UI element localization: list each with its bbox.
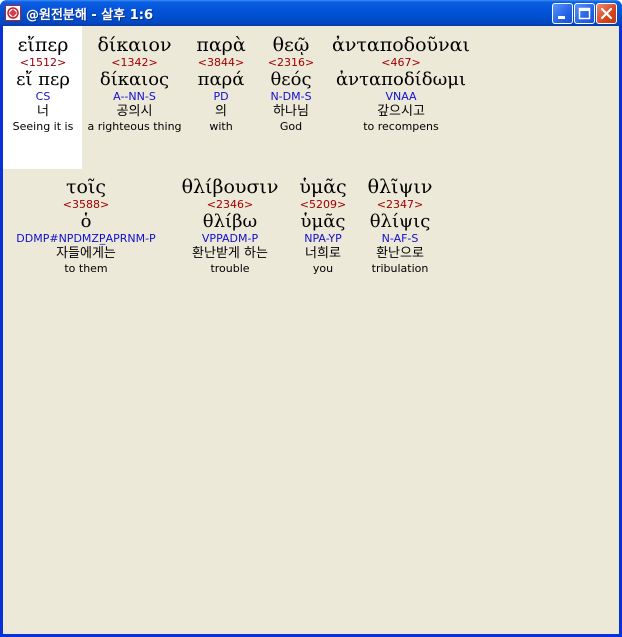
app-window: @원전분해 - 살후 1:6 εἴπερ <1512> εἴ περ CS 너 xyxy=(0,0,622,637)
greek-word: ἀνταποδοῦναι xyxy=(332,34,470,56)
strong-number: <3588> xyxy=(62,198,110,211)
word-column[interactable]: ὑμᾶς <5209> ὑμᾶς NPA-YP 너희로 you xyxy=(289,176,357,276)
english-gloss: to recompens xyxy=(363,120,439,133)
minimize-icon xyxy=(558,16,565,19)
strong-number: <3844> xyxy=(197,56,245,69)
korean-gloss: 너희로 xyxy=(305,246,341,261)
greek-word: θεῷ xyxy=(272,34,310,56)
verse-analysis-panel: εἴπερ <1512> εἴ περ CS 너 Seeing it is δί… xyxy=(3,26,619,634)
strong-number: <1342> xyxy=(111,56,158,69)
parsing-code: NPA-YP xyxy=(304,232,342,245)
word-column[interactable]: θεῷ <2316> θεός N-DM-S 하나님 God xyxy=(256,34,326,134)
window-title: @원전분해 - 살후 1:6 xyxy=(26,8,154,23)
title-bar[interactable]: @원전분해 - 살후 1:6 xyxy=(0,0,622,26)
word-column[interactable]: παρὰ <3844> παρά PD 의 with xyxy=(186,34,256,134)
greek-word: θλῖψιν xyxy=(367,176,433,198)
greek-word: θλίβουσιν xyxy=(181,176,279,198)
parsing-code: N-DM-S xyxy=(270,90,312,103)
parsing-code: A--NN-S xyxy=(113,90,156,103)
english-gloss: to them xyxy=(64,262,108,275)
parsing-code: PD xyxy=(213,90,229,103)
strong-number: <2346> xyxy=(206,198,254,211)
app-icon[interactable] xyxy=(5,5,21,21)
greek-word: δίκαιον xyxy=(97,34,172,56)
lemma: δίκαιος xyxy=(99,69,170,90)
korean-gloss: 환난받게 하는 xyxy=(192,246,268,261)
lemma: θεός xyxy=(270,69,312,90)
lemma: ὑμᾶς xyxy=(300,211,346,232)
parsing-code: VPPADM-P xyxy=(201,232,259,245)
english-gloss: trouble xyxy=(210,262,250,275)
english-gloss: you xyxy=(312,262,334,275)
parsing-code: CS xyxy=(35,90,51,103)
word-column[interactable]: εἴπερ <1512> εἴ περ CS 너 Seeing it is xyxy=(3,34,83,134)
korean-gloss: 자들에게는 xyxy=(56,246,116,261)
english-gloss: a righteous thing xyxy=(87,120,182,133)
english-gloss: Seeing it is xyxy=(12,120,74,133)
lemma: ἀνταποδίδωμι xyxy=(335,69,467,90)
word-column[interactable]: ἀνταποδοῦναι <467> ἀνταποδίδωμι VNAA 갚으시… xyxy=(326,34,476,134)
english-gloss: tribulation xyxy=(371,262,429,275)
close-button[interactable] xyxy=(596,3,617,24)
english-gloss: with xyxy=(209,120,233,133)
lemma: εἴ περ xyxy=(16,69,70,90)
greek-word: παρὰ xyxy=(196,34,246,56)
strong-number: <1512> xyxy=(19,56,67,69)
maximize-icon xyxy=(578,7,591,20)
strong-number: <5209> xyxy=(299,198,347,211)
close-icon xyxy=(600,7,613,20)
greek-word: ὑμᾶς xyxy=(299,176,347,198)
parsing-code: N-AF-S xyxy=(381,232,419,245)
english-gloss: God xyxy=(279,120,303,133)
strong-number: <2316> xyxy=(267,56,315,69)
strong-number: <2347> xyxy=(376,198,424,211)
korean-gloss: 의 xyxy=(215,104,227,119)
lemma: θλίβω xyxy=(202,211,258,232)
korean-gloss: 공의시 xyxy=(116,104,153,119)
korean-gloss: 갚으시고 xyxy=(377,104,425,119)
maximize-button[interactable] xyxy=(574,3,595,24)
lemma: θλίψις xyxy=(369,211,431,232)
minimize-button[interactable] xyxy=(552,3,573,24)
greek-word: εἴπερ xyxy=(17,34,69,56)
word-column[interactable]: δίκαιον <1342> δίκαιος A--NN-S 공의시 a rig… xyxy=(83,34,186,134)
word-column[interactable]: θλίβουσιν <2346> θλίβω VPPADM-P 환난받게 하는 … xyxy=(175,176,285,276)
greek-word: τοῖς xyxy=(65,176,107,198)
korean-gloss: 환난으로 xyxy=(376,246,424,261)
korean-gloss: 너 xyxy=(37,104,49,119)
word-column[interactable]: θλῖψιν <2347> θλίψις N-AF-S 환난으로 tribula… xyxy=(357,176,443,276)
lemma: ὁ xyxy=(80,211,92,232)
parsing-code: DDMP#NPDMZP̲APRNM-P xyxy=(16,232,156,245)
word-column[interactable]: τοῖς <3588> ὁ DDMP#NPDMZP̲APRNM-P 자들에게는 … xyxy=(3,176,169,276)
strong-number: <467> xyxy=(381,56,421,69)
korean-gloss: 하나님 xyxy=(273,104,309,119)
parsing-code: VNAA xyxy=(385,90,417,103)
lemma: παρά xyxy=(197,69,245,90)
